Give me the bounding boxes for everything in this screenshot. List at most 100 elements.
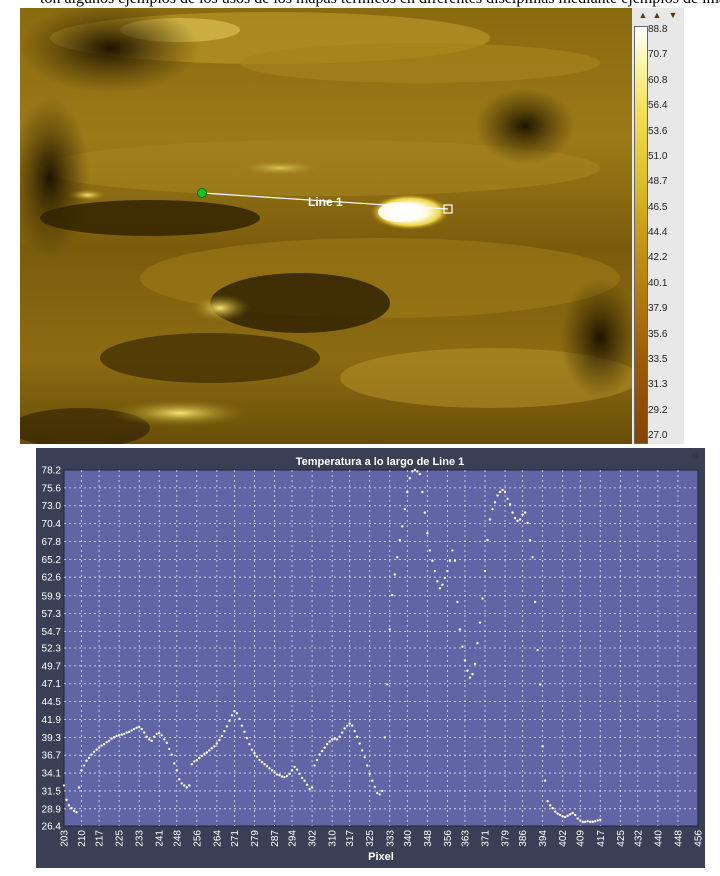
data-point <box>401 525 404 528</box>
data-point <box>142 731 146 734</box>
data-point <box>378 793 381 796</box>
data-point <box>97 746 101 749</box>
color-scale-tick: 53.6 <box>648 125 668 137</box>
color-scale-tick: 37.9 <box>648 303 668 315</box>
line-label: Line 1 <box>308 195 343 209</box>
data-point <box>280 775 284 778</box>
y-tick-label: 70.4 <box>42 519 62 530</box>
y-tick-label: 36.7 <box>42 751 62 762</box>
data-point <box>283 776 286 779</box>
data-point <box>436 580 439 583</box>
data-point <box>310 786 314 789</box>
data-point <box>461 645 464 648</box>
x-tick-label: 386 <box>518 830 529 847</box>
y-tick-label: 67.8 <box>42 537 62 548</box>
data-point <box>248 743 251 746</box>
thermal-image-canvas: Line 1 <box>20 8 632 444</box>
data-point <box>67 804 71 807</box>
x-tick-label: 310 <box>328 830 339 847</box>
data-point <box>388 628 391 631</box>
data-point <box>112 736 116 739</box>
chart-title: Temperatura a lo largo de Line 1 <box>296 456 465 468</box>
data-point <box>243 730 246 734</box>
data-point <box>458 628 462 631</box>
data-point <box>195 758 199 762</box>
data-point <box>208 749 211 752</box>
data-point <box>165 741 168 745</box>
data-point <box>218 738 221 742</box>
scale-down-icon[interactable]: ▼ <box>668 10 678 20</box>
data-point <box>358 742 361 745</box>
data-point <box>295 768 299 771</box>
data-point <box>350 724 354 727</box>
y-tick-label: 26.4 <box>42 822 62 833</box>
data-point <box>594 819 597 823</box>
collapse-icon[interactable]: « <box>692 448 706 462</box>
color-scale-tick: 33.5 <box>648 353 668 365</box>
data-point <box>260 760 264 764</box>
x-tick-label: 225 <box>115 830 126 847</box>
x-tick-label: 287 <box>270 830 281 847</box>
data-point <box>122 732 126 736</box>
data-point <box>428 549 432 552</box>
data-point <box>185 786 188 789</box>
data-point <box>506 497 509 501</box>
data-point <box>581 820 584 824</box>
data-point <box>290 769 294 772</box>
data-point <box>451 549 454 552</box>
data-point <box>315 758 319 762</box>
y-axis-ticks: 26.4 28.9 31.5 34.1 36.7 39.3 41.9 44.5 47.1 49.7… <box>42 466 62 833</box>
x-tick-label: 394 <box>538 830 549 847</box>
data-point <box>145 735 148 738</box>
data-point <box>210 747 214 750</box>
scale-up-icon[interactable]: ▲ <box>638 10 648 20</box>
data-point <box>398 538 401 542</box>
data-point <box>158 732 161 735</box>
line-start-handle[interactable] <box>197 188 207 198</box>
data-point <box>511 511 514 514</box>
data-point <box>599 818 602 822</box>
y-tick-label: 73.0 <box>42 501 62 512</box>
data-point <box>366 764 369 767</box>
data-point <box>373 785 376 789</box>
data-point <box>180 782 183 785</box>
data-point <box>353 729 356 733</box>
y-tick-label: 52.3 <box>42 644 62 655</box>
data-point <box>503 490 507 494</box>
x-tick-label: 317 <box>345 830 356 847</box>
x-tick-label: 233 <box>135 830 146 847</box>
data-point <box>468 676 472 679</box>
data-point <box>175 769 178 772</box>
data-point <box>92 750 96 753</box>
data-point <box>100 744 103 747</box>
data-point <box>531 556 534 559</box>
data-point <box>361 749 364 752</box>
data-point <box>82 764 86 767</box>
data-point <box>268 767 271 770</box>
data-point <box>263 762 266 766</box>
x-tick-label: 440 <box>653 830 664 847</box>
data-point <box>523 511 527 514</box>
x-tick-label: 371 <box>480 830 491 847</box>
data-point <box>421 490 424 494</box>
data-point <box>498 490 502 494</box>
x-tick-label: 271 <box>230 830 241 847</box>
data-point <box>298 772 301 775</box>
data-point <box>538 683 542 686</box>
data-point <box>591 820 594 824</box>
y-tick-label: 57.3 <box>42 609 62 620</box>
data-point <box>245 736 249 740</box>
data-point <box>355 735 359 738</box>
scale-lock-icon[interactable]: ▲ <box>652 10 662 20</box>
data-point <box>168 747 171 751</box>
y-tick-label: 44.5 <box>42 697 62 708</box>
data-point <box>413 468 417 472</box>
data-point <box>163 738 166 741</box>
data-point <box>586 819 589 823</box>
x-tick-label: 417 <box>596 830 607 847</box>
data-point <box>566 814 569 817</box>
color-scale-tick: 51.0 <box>648 150 668 162</box>
data-point <box>137 725 141 729</box>
x-tick-label: 356 <box>443 830 454 847</box>
data-point <box>115 734 118 738</box>
